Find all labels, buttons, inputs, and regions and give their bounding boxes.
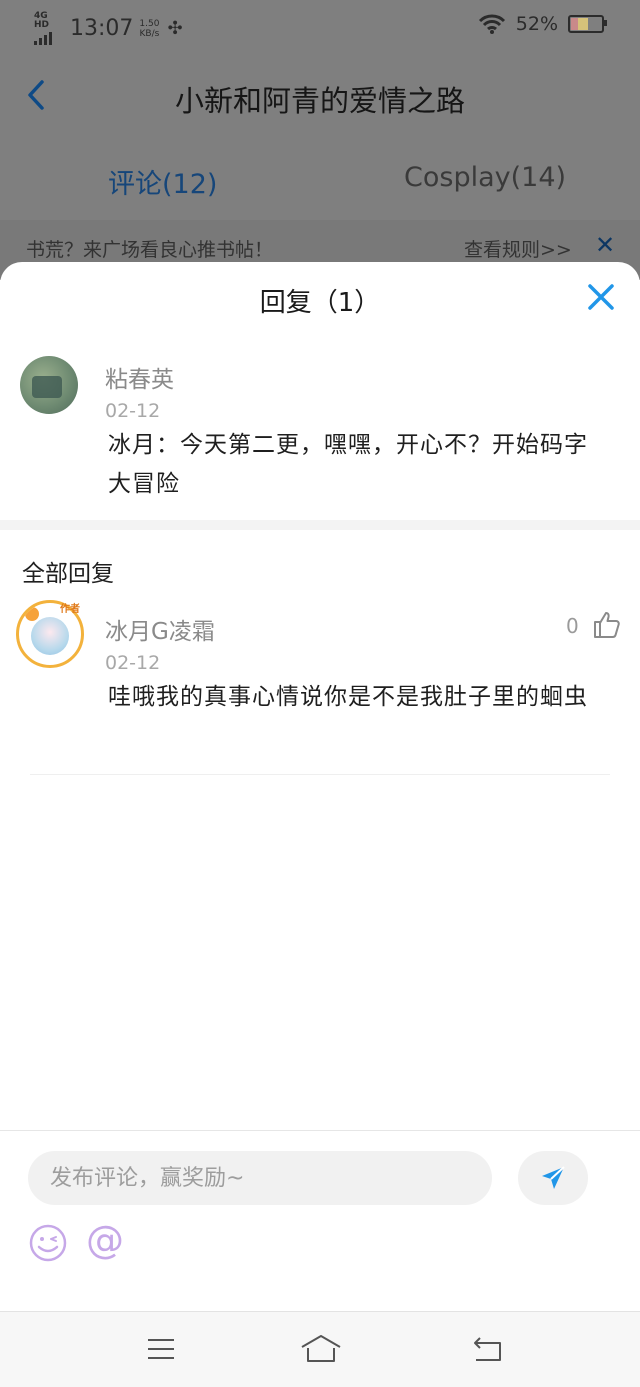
comment-date: 02-12 — [105, 400, 161, 422]
comment-input[interactable] — [28, 1151, 492, 1205]
tab-cosplay[interactable]: Cosplay(14) — [404, 162, 566, 193]
battery-icon — [568, 15, 607, 33]
menu-icon[interactable] — [146, 1334, 176, 1364]
close-notice-icon[interactable]: ✕ — [595, 231, 615, 259]
close-icon[interactable] — [586, 282, 616, 312]
mention-button[interactable]: @ — [86, 1217, 124, 1263]
fan-icon: ✣ — [167, 18, 183, 39]
nav-bar: 小新和阿青的爱情之路 — [0, 52, 640, 137]
tab-comments[interactable]: 评论(12) — [108, 162, 217, 201]
sheet-title: 回复（1） — [259, 288, 381, 318]
tab-bar: 评论(12) Cosplay(14) — [0, 136, 640, 220]
row-divider — [30, 774, 610, 775]
status-bar: 4G HD 13:07 1.50 KB/s ✣ 52% — [0, 0, 640, 52]
comment-text: 冰月：今天第二更，嘿嘿，开心不？开始码字大冒险 — [108, 432, 588, 497]
send-icon — [542, 1166, 565, 1189]
home-icon[interactable] — [300, 1334, 342, 1364]
battery-percent: 52% — [515, 13, 558, 35]
all-replies-heading: 全部回复 — [22, 561, 114, 587]
notice-text[interactable]: 书荒？来广场看良心推书帖！ — [26, 235, 273, 262]
clock: 13:07 — [70, 16, 134, 41]
speed-value: 1.50 — [139, 18, 160, 29]
comment-username[interactable]: 粘春英 — [105, 360, 174, 394]
author-badge: 作者 — [60, 604, 80, 615]
comment-composer: @ — [0, 1130, 640, 1310]
section-divider — [0, 520, 640, 530]
signal-icon: 4G HD — [34, 12, 64, 45]
network-label: 4G HD — [34, 11, 50, 30]
view-rules-link[interactable]: 查看规则>> — [464, 235, 572, 262]
system-nav-bar — [0, 1311, 640, 1387]
avatar[interactable] — [20, 356, 78, 414]
reply-username[interactable]: 冰月G凌霜 — [105, 612, 215, 646]
reply-date: 02-12 — [105, 652, 161, 674]
thumbs-up-icon[interactable] — [592, 610, 622, 640]
wifi-icon — [478, 14, 505, 34]
send-button[interactable] — [518, 1151, 588, 1205]
reply-text: 哇哦我的真事心情说你是不是我肚子里的蛔虫 — [108, 684, 588, 710]
back-nav-icon[interactable] — [472, 1334, 504, 1364]
speed-unit: KB/s — [139, 28, 160, 39]
network-speed: 1.50 KB/s — [139, 19, 159, 39]
emoji-icon[interactable] — [28, 1223, 68, 1263]
like-count: 0 — [566, 614, 579, 638]
page-title: 小新和阿青的爱情之路 — [174, 84, 465, 118]
